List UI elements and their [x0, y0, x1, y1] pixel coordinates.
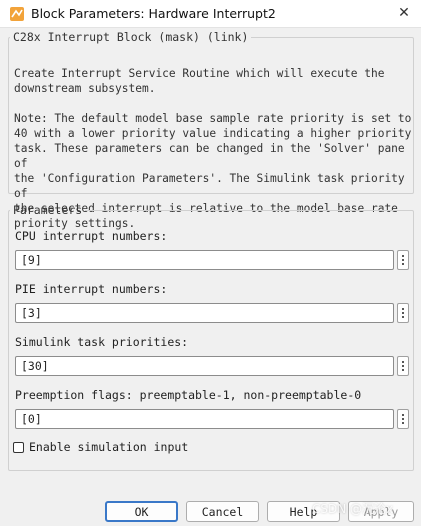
cpu-interrupt-options-button[interactable]: [397, 250, 409, 270]
pie-interrupt-input[interactable]: [3]: [15, 303, 394, 323]
cancel-button[interactable]: Cancel: [186, 501, 259, 522]
parameters-legend: Parameters: [13, 203, 83, 217]
task-priorities-options-button[interactable]: [397, 356, 409, 376]
csdn-watermark: CSDN @沉沦x: [312, 502, 394, 516]
enable-simulation-input-row[interactable]: Enable simulation input: [13, 440, 188, 454]
preemption-flags-input[interactable]: [0]: [15, 409, 394, 429]
ok-button[interactable]: OK: [105, 501, 178, 522]
pie-interrupt-label: PIE interrupt numbers:: [15, 282, 168, 296]
simulink-app-icon: [10, 6, 24, 21]
task-priorities-label: Simulink task priorities:: [15, 335, 189, 349]
description-legend: C28x Interrupt Block (mask) (link): [13, 30, 249, 44]
task-priorities-input[interactable]: [30]: [15, 356, 394, 376]
cpu-interrupt-label: CPU interrupt numbers:: [15, 229, 168, 243]
cpu-interrupt-input[interactable]: [9]: [15, 250, 394, 270]
preemption-flags-options-button[interactable]: [397, 409, 409, 429]
enable-simulation-input-label: Enable simulation input: [29, 440, 189, 454]
window-title: Block Parameters: Hardware Interrupt2: [31, 6, 276, 21]
description-group: C28x Interrupt Block (mask) (link) Creat…: [8, 30, 414, 230]
enable-simulation-input-checkbox[interactable]: [13, 441, 24, 453]
close-icon: ✕: [398, 5, 410, 21]
preemption-flags-label: Preemption flags: preemptable-1, non-pre…: [15, 388, 362, 402]
close-button[interactable]: ✕: [393, 3, 415, 23]
pie-interrupt-options-button[interactable]: [397, 303, 409, 323]
title-bar: Block Parameters: Hardware Interrupt2 ✕: [0, 0, 421, 28]
